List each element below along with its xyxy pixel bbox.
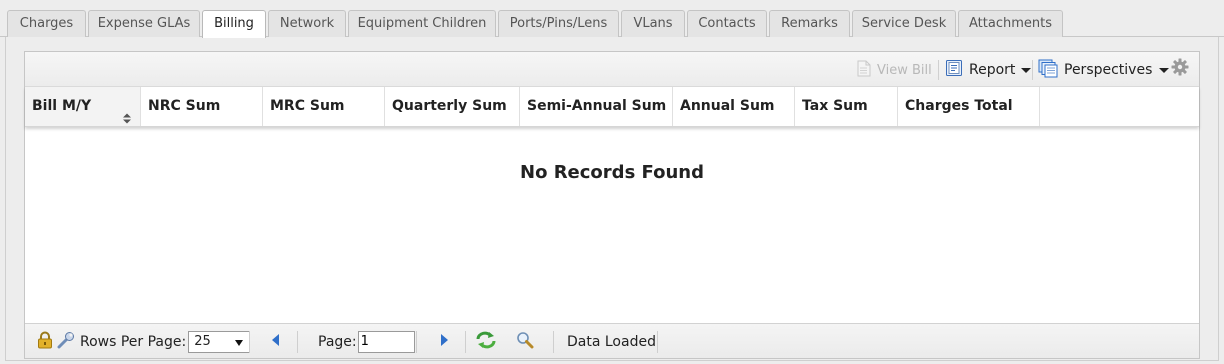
tab-equipment-children[interactable]: Equipment Children [348, 10, 496, 37]
page-label: Page: [318, 333, 357, 350]
column-header-row: Bill M/Y NRC Sum MRC Sum Quarterly Sum S… [25, 87, 1199, 127]
report-label: Report [969, 62, 1016, 78]
footer-divider [657, 331, 658, 353]
empty-message: No Records Found [520, 162, 704, 183]
settings-button[interactable] [1170, 57, 1190, 81]
chevron-down-icon [235, 339, 244, 346]
toolbar-divider [1032, 60, 1033, 80]
tab-bar: Charges Expense GLAs Billing Network Equ… [0, 0, 1224, 38]
rows-per-page-value: 25 [194, 333, 211, 349]
column-header-charges-total[interactable]: Charges Total [898, 87, 1040, 126]
tab-billing[interactable]: Billing [202, 10, 266, 38]
perspectives-button[interactable]: Perspectives [1038, 59, 1170, 82]
tab-attachments[interactable]: Attachments [958, 10, 1063, 37]
column-header-label: Bill M/Y [32, 98, 92, 114]
wrench-icon [57, 331, 75, 353]
lock-icon [37, 331, 53, 353]
footer-divider [297, 331, 298, 353]
sort-icon[interactable] [122, 101, 132, 140]
grid-toolbar: View Bill Report Perspectives [25, 52, 1199, 87]
billing-grid: View Bill Report Perspectives Bill M/Y N… [24, 51, 1200, 359]
column-header-semi-annual-sum[interactable]: Semi-Annual Sum [520, 87, 673, 126]
column-header-quarterly-sum[interactable]: Quarterly Sum [385, 87, 520, 126]
arrow-right-icon [440, 333, 449, 351]
status-text: Data Loaded [567, 333, 656, 350]
wrench-button[interactable] [57, 324, 75, 359]
tab-vlans[interactable]: VLans [621, 10, 685, 37]
next-page-button[interactable] [440, 324, 449, 359]
perspectives-label: Perspectives [1064, 62, 1153, 78]
tab-service-desk[interactable]: Service Desk [852, 10, 956, 37]
footer-divider [249, 331, 250, 353]
arrow-left-icon [271, 333, 280, 351]
perspectives-icon [1038, 59, 1058, 82]
report-icon [945, 59, 963, 81]
tab-ports-pins-lens[interactable]: Ports/Pins/Lens [498, 10, 619, 37]
lock-button[interactable] [37, 324, 53, 359]
refresh-icon [475, 331, 497, 353]
rows-per-page: Rows Per Page: 25 [80, 324, 251, 359]
search-button[interactable] [516, 324, 534, 359]
document-icon [857, 60, 871, 81]
grid-footer: Rows Per Page: 25 Page: 1 Data Loaded [25, 323, 1199, 358]
page-input[interactable] [357, 330, 415, 353]
report-button[interactable]: Report [945, 59, 1032, 81]
footer-divider [553, 331, 554, 353]
chevron-down-icon [1159, 67, 1170, 73]
tab-contacts[interactable]: Contacts [687, 10, 767, 37]
rows-per-page-select[interactable]: 25 [188, 330, 251, 353]
footer-divider [416, 331, 417, 353]
view-bill-label: View Bill [877, 62, 932, 78]
view-bill-button[interactable]: View Bill [857, 60, 932, 80]
tab-remarks[interactable]: Remarks [769, 10, 850, 37]
column-header-bill-my[interactable]: Bill M/Y [25, 87, 141, 126]
refresh-button[interactable] [475, 324, 497, 359]
footer-divider [465, 331, 466, 353]
tab-expense-glas[interactable]: Expense GLAs [88, 10, 200, 37]
toolbar-divider [938, 60, 939, 80]
tab-network[interactable]: Network [268, 10, 346, 37]
previous-page-button[interactable] [271, 324, 280, 359]
page-field: Page: [318, 324, 415, 359]
column-header-tax-sum[interactable]: Tax Sum [795, 87, 898, 126]
column-header-annual-sum[interactable]: Annual Sum [673, 87, 795, 126]
gear-icon [1170, 57, 1190, 81]
search-icon [516, 331, 534, 353]
column-header-nrc-sum[interactable]: NRC Sum [141, 87, 263, 126]
tab-charges[interactable]: Charges [7, 10, 86, 37]
column-header-mrc-sum[interactable]: MRC Sum [263, 87, 385, 126]
chevron-down-icon [1021, 67, 1032, 73]
rows-per-page-label: Rows Per Page: [80, 333, 187, 350]
